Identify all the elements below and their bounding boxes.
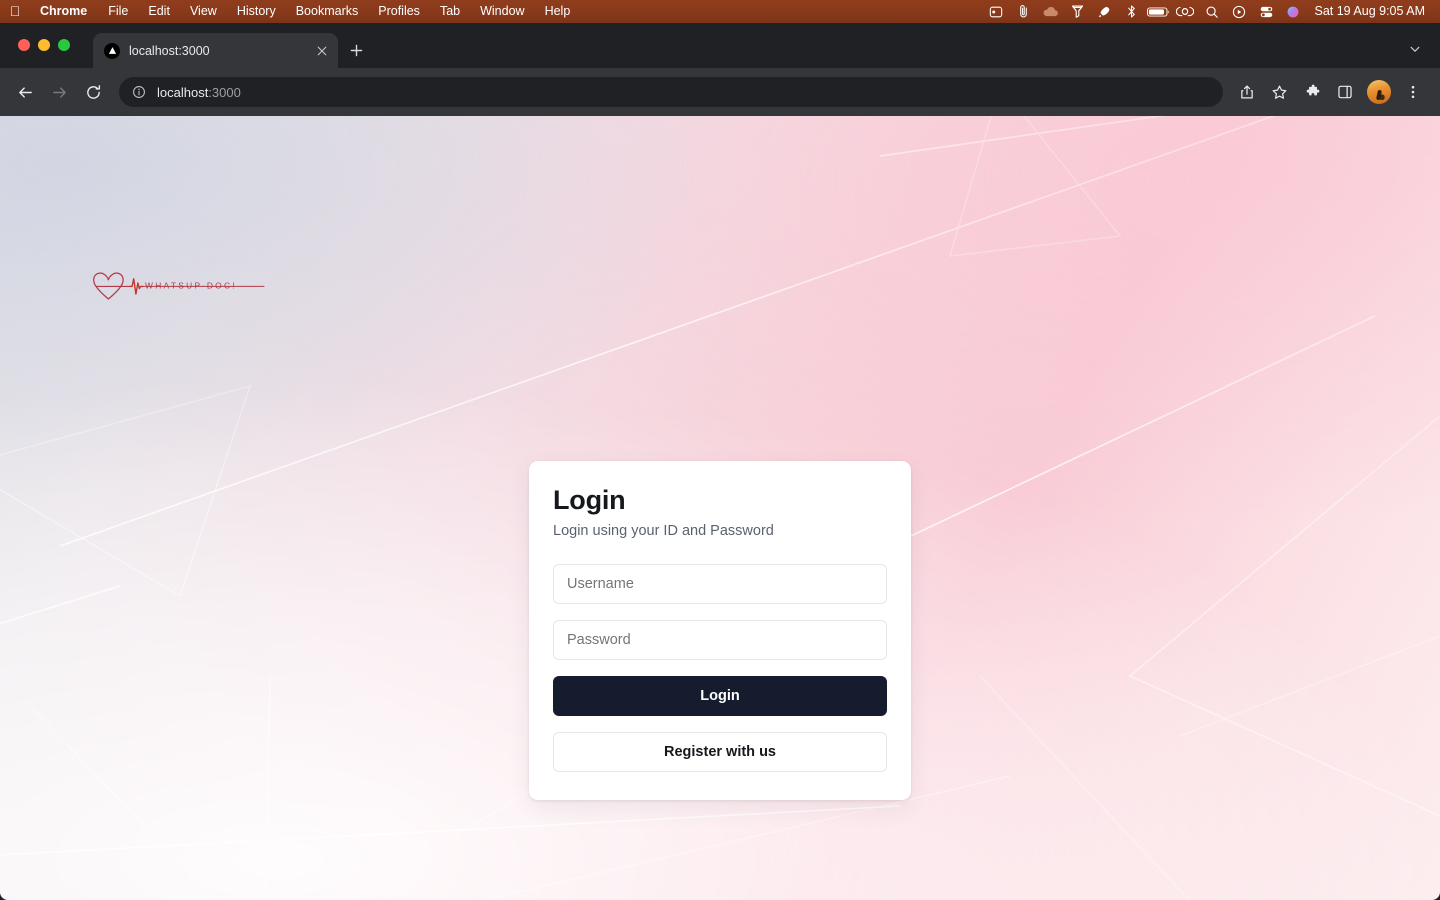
login-subtitle: Login using your ID and Password <box>553 523 774 540</box>
nextjs-triangle-icon <box>104 42 120 59</box>
url-port: :3000 <box>208 84 241 100</box>
close-tab-icon[interactable] <box>314 43 330 59</box>
search-icon[interactable] <box>1199 0 1226 23</box>
register-button[interactable]: Register with us <box>553 732 887 773</box>
menu-item-file[interactable]: File <box>98 0 138 23</box>
maximize-window-button[interactable] <box>58 39 70 51</box>
menu-item-tab[interactable]: Tab <box>430 0 470 23</box>
tab-search-chevron-down-icon[interactable] <box>1404 38 1426 60</box>
apple-logo-icon[interactable]:  <box>0 4 30 20</box>
info-circle-icon[interactable] <box>131 84 147 100</box>
menu-item-chrome[interactable]: Chrome <box>30 0 98 23</box>
extensions-puzzle-icon[interactable] <box>1297 76 1329 108</box>
browser-toolbar: localhost:3000 <box>0 68 1440 116</box>
bluetooth-icon[interactable] <box>1118 0 1145 23</box>
side-panel-icon[interactable] <box>1329 76 1361 108</box>
reload-icon[interactable] <box>77 76 109 108</box>
cloud-icon[interactable] <box>1037 0 1064 23</box>
forward-arrow-icon[interactable] <box>43 76 75 108</box>
logo-text: WHATSUP DOC! <box>145 281 237 291</box>
new-tab-button[interactable] <box>345 39 367 61</box>
username-field-wrap <box>553 564 887 605</box>
page-viewport: WHATSUP DOC! Login Login using your ID a… <box>0 116 1440 900</box>
address-bar[interactable]: localhost:3000 <box>119 77 1223 107</box>
tab-title: localhost:3000 <box>129 43 210 58</box>
control-center-icon[interactable] <box>1253 0 1280 23</box>
menu-item-view[interactable]: View <box>180 0 227 23</box>
login-button[interactable]: Login <box>553 676 887 717</box>
password-input[interactable] <box>553 620 887 661</box>
menu-item-help[interactable]: Help <box>535 0 581 23</box>
funnel-icon[interactable] <box>1064 0 1091 23</box>
page-title: Login <box>553 485 626 515</box>
menu-bar-clock[interactable]: Sat 19 Aug 9:05 AM <box>1307 0 1432 23</box>
menu-item-profiles[interactable]: Profiles <box>368 0 430 23</box>
three-dot-menu-icon[interactable] <box>1397 76 1429 108</box>
menu-bar-items:  Chrome File Edit View History Bookmark… <box>0 0 580 23</box>
menu-bar-status-icons: Sat 19 Aug 9:05 AM <box>983 0 1432 23</box>
play-circle-icon[interactable] <box>1226 0 1253 23</box>
close-window-button[interactable] <box>18 39 30 51</box>
menu-item-history[interactable]: History <box>227 0 286 23</box>
bookmark-star-icon[interactable] <box>1263 76 1295 108</box>
back-arrow-icon[interactable] <box>9 76 41 108</box>
battery-icon[interactable] <box>1145 0 1172 23</box>
browser-tab[interactable]: localhost:3000 <box>93 33 338 68</box>
site-logo[interactable]: WHATSUP DOC! <box>44 264 294 310</box>
window-traffic-lights <box>18 39 70 51</box>
tab-strip: localhost:3000 <box>0 23 1440 68</box>
paperclip-icon[interactable] <box>1010 0 1037 23</box>
menu-item-bookmarks[interactable]: Bookmarks <box>286 0 369 23</box>
share-icon[interactable] <box>1231 76 1263 108</box>
address-bar-url: localhost:3000 <box>157 85 241 100</box>
minimize-window-button[interactable] <box>38 39 50 51</box>
login-card: Login Login using your ID and Password L… <box>529 461 911 801</box>
url-host: localhost <box>157 84 209 100</box>
password-field-wrap <box>553 620 887 661</box>
chrome-browser-window: localhost:3000 localhost:3000 WHATSUP DO… <box>0 23 1440 900</box>
menu-item-edit[interactable]: Edit <box>138 0 180 23</box>
screen-recording-icon[interactable] <box>983 0 1010 23</box>
profile-avatar[interactable] <box>1367 80 1391 104</box>
toolbar-actions <box>1231 76 1429 108</box>
rocket-icon[interactable] <box>1091 0 1118 23</box>
chain-link-icon[interactable] <box>1172 0 1199 23</box>
menu-item-window[interactable]: Window <box>470 0 534 23</box>
username-input[interactable] <box>553 564 887 605</box>
macos-menu-bar:  Chrome File Edit View History Bookmark… <box>0 0 1440 23</box>
siri-icon[interactable] <box>1280 0 1307 23</box>
